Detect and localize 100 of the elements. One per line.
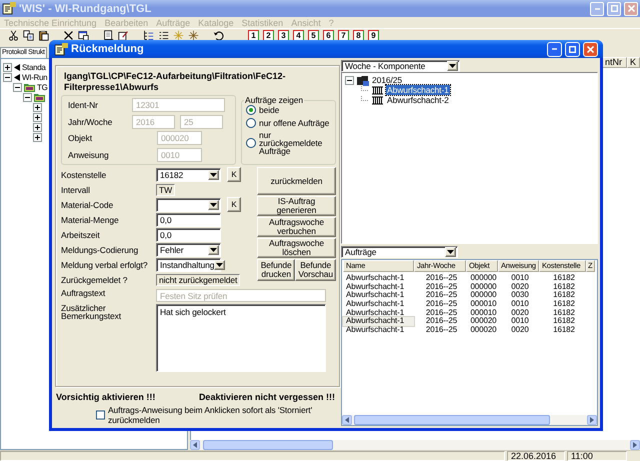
action-button[interactable]: Befunde Vorschau [295,259,336,281]
radio-button[interactable] [246,105,256,115]
tree-item[interactable]: Abwurfschacht-2 [386,95,450,105]
dropdown-arrow-button[interactable] [447,61,458,71]
expand-icon[interactable] [33,102,42,112]
dropdown[interactable]: Aufträge [341,246,458,258]
scissors-icon[interactable] [8,30,19,41]
checkbox[interactable] [96,410,105,420]
tree-line-icon [361,86,368,94]
collapse-icon[interactable] [13,82,22,92]
list-icon[interactable] [158,30,169,41]
undo-icon[interactable] [213,30,224,41]
tree-item[interactable]: WI-Run [22,72,48,82]
dropdown-arrow-button[interactable] [214,260,226,270]
number-button[interactable]: 2 [263,30,274,41]
text-field[interactable]: 0,0 [156,228,221,242]
tree-list-icon[interactable] [143,30,154,41]
radio-button[interactable] [246,138,256,148]
number-button[interactable]: 4 [293,30,304,41]
table-cell-text: Abwurfschacht-1 [345,282,406,291]
radio-label[interactable]: nur offene Aufträge [259,119,330,127]
number-button[interactable]: 9 [368,30,379,41]
right-arrow-icon [590,417,594,423]
scroll-right-button[interactable] [587,415,597,425]
close-button[interactable] [583,42,598,56]
radio-button[interactable] [246,118,256,128]
textarea-field[interactable]: Hat sich gelockert [156,304,326,372]
table-cell-text: 000000 [469,282,498,291]
group-title: Aufträge zeigen [244,95,304,105]
table-cell-text: 2016--25 [424,317,458,326]
scroll-left-button[interactable] [342,415,352,425]
cross-icon[interactable] [63,30,74,41]
field-label: Ident-Nr [68,101,99,110]
maximize-button[interactable] [565,42,580,56]
table-cell-text: 16182 [552,282,576,291]
field-label: Intervall [61,186,91,194]
scroll-left-button[interactable] [190,440,200,450]
table-cell-text: 0010 [510,300,530,309]
horizontal-scrollbar[interactable] [190,440,640,450]
number-button[interactable]: 3 [278,30,289,41]
column-header[interactable]: K [627,57,640,68]
number-button[interactable]: 7 [338,30,349,41]
expand-icon[interactable] [33,112,42,122]
column-header[interactable]: ntNr [602,57,627,68]
folder-icon [34,92,45,102]
text-field[interactable]: 0,0 [156,212,221,226]
table-cell-text: 2016--25 [424,326,458,335]
left-arrow-icon [193,442,197,448]
number-button[interactable]: 8 [353,30,364,41]
checkbox-label[interactable]: Auftrags-Anweisung beim Anklicken sofort als 'Storniert' zurückmelden [108,405,340,425]
action-button[interactable]: Befunde drucken [257,259,296,281]
lookup-button[interactable]: K [227,197,241,212]
expand-icon[interactable] [3,62,12,72]
expand-icon[interactable] [33,122,42,132]
number-button[interactable]: 1 [248,30,259,41]
dropdown-arrow-button[interactable] [208,200,219,210]
dropdown-arrow-button[interactable] [208,170,219,180]
lookup-button[interactable]: K [227,167,241,182]
copy-icon[interactable] [23,30,34,41]
number-button[interactable]: 5 [308,30,319,41]
tree-item[interactable]: 2016/25 [372,75,402,85]
field-label: Objekt [68,134,93,142]
table-cell-text: 16182 [552,291,576,300]
collapse-icon[interactable] [3,72,12,82]
caret-icon [210,248,217,252]
minimize-button[interactable] [547,42,562,56]
action-button[interactable]: Auftragswoche verbuchen [257,217,336,237]
field-label: Material-Menge [61,216,120,224]
dropdown[interactable]: Fehler [156,242,221,256]
dropdown[interactable]: Woche - Komponente [341,60,460,72]
scrollbar-thumb[interactable] [203,440,333,450]
sparkle-icon[interactable] [188,30,199,41]
right-arrow-icon [633,442,637,448]
number-button[interactable]: 6 [323,30,334,41]
scrollbar-thumb[interactable] [354,415,550,425]
dropdown-arrow-button[interactable] [445,247,456,257]
collapse-icon[interactable] [23,92,32,102]
action-button[interactable]: IS-Auftrag generieren [257,196,336,216]
minimize-icon [552,48,557,50]
table-cell-text: Abwurfschacht-1 [345,326,406,335]
collapse-icon[interactable] [345,76,354,84]
tree-item[interactable]: Abwurfschacht-1 [386,85,450,95]
radio-label[interactable]: beide [259,106,280,114]
dropdown[interactable] [156,198,221,212]
sparkle-icon[interactable] [173,30,184,41]
tree-item[interactable]: TG [37,82,48,92]
document-icon[interactable] [103,30,114,41]
expand-icon[interactable] [33,132,42,142]
action-button[interactable]: Auftragswoche löschen [257,238,336,258]
action-button[interactable]: zurückmelden [257,167,336,195]
table-cell-text: 000000 [469,291,498,300]
field-label: Meldung verbal erfolgt? [61,260,149,268]
tree-item[interactable]: Standa [22,62,46,72]
table-cell-text: 000010 [469,300,498,309]
scroll-right-button[interactable] [630,440,640,450]
clipboard-icon[interactable] [38,30,49,41]
radio-label[interactable]: nur zurückgemeldete Aufträge [259,131,335,155]
dropdown[interactable]: 16182 [156,168,221,182]
dropdown-arrow-button[interactable] [208,244,219,254]
horizontal-scrollbar[interactable] [342,415,597,425]
